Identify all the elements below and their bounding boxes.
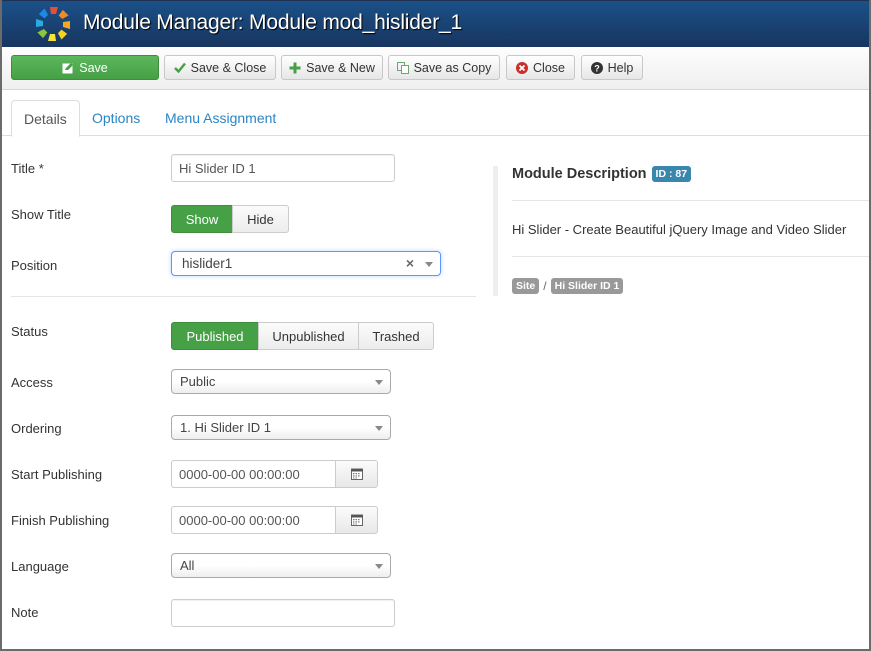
note-input[interactable] (171, 599, 395, 627)
save-label: Save (79, 60, 108, 75)
language-label: Language (11, 559, 69, 574)
show-button[interactable]: Show (171, 205, 233, 233)
question-circle-icon: ? (590, 61, 603, 74)
tab-menu-assignment[interactable]: Menu Assignment (153, 100, 288, 136)
tab-bar: Details Options Menu Assignment (0, 90, 871, 137)
save-and-new-label: Save & New (306, 60, 375, 75)
copy-icon (396, 61, 409, 74)
access-value: Public (180, 374, 216, 389)
save-as-copy-label: Save as Copy (413, 60, 492, 75)
close-circle-icon (516, 61, 529, 74)
divider (11, 296, 476, 297)
note-label: Note (11, 605, 39, 620)
svg-text:?: ? (594, 63, 600, 73)
module-description-panel: Module Description ID : 87 Hi Slider - C… (493, 166, 871, 296)
divider (512, 200, 871, 201)
language-select[interactable]: All (171, 553, 391, 578)
status-label: Status (11, 324, 48, 339)
show-title-label: Show Title (11, 207, 71, 222)
unpublished-button[interactable]: Unpublished (258, 322, 359, 350)
calendar-icon (350, 468, 363, 480)
save-button[interactable]: Save (11, 55, 159, 80)
module-id-badge: ID : 87 (651, 166, 692, 182)
language-value: All (180, 558, 195, 573)
module-description-title: Module Description (512, 166, 647, 182)
help-label: Help (607, 60, 634, 75)
show-title-toggle: Show Hide (171, 205, 289, 233)
tab-details[interactable]: Details (11, 100, 80, 137)
finish-publishing-input[interactable]: 0000-00-00 00:00:00 (171, 506, 335, 534)
close-button[interactable]: Close (506, 55, 575, 80)
access-label: Access (11, 375, 53, 390)
finish-publishing-label: Finish Publishing (11, 513, 110, 528)
trashed-button[interactable]: Trashed (358, 322, 434, 350)
plus-icon (289, 62, 301, 74)
finish-publishing-calendar-button[interactable] (335, 506, 378, 534)
breadcrumb: Site / Hi Slider ID 1 (512, 278, 624, 294)
chevron-down-icon (375, 564, 383, 569)
start-publishing-label: Start Publishing (11, 467, 103, 482)
title-input[interactable]: Hi Slider ID 1 (171, 154, 395, 182)
check-icon (173, 62, 186, 73)
edit-icon (62, 62, 74, 74)
close-label: Close (533, 60, 565, 75)
ordering-select[interactable]: 1. Hi Slider ID 1 (171, 415, 391, 440)
divider (512, 256, 871, 257)
position-value: hislider1 (182, 256, 233, 271)
tab-options[interactable]: Options (80, 100, 152, 136)
toolbar: Save Save & Close Save & New Save as Cop… (0, 47, 871, 90)
title-label: Title * (11, 161, 44, 176)
save-as-copy-button[interactable]: Save as Copy (388, 55, 500, 80)
breadcrumb-separator: / (543, 279, 547, 293)
finish-publishing-field: 0000-00-00 00:00:00 (171, 506, 378, 534)
chevron-down-icon (375, 380, 383, 385)
breadcrumb-site: Site (512, 278, 540, 294)
module-description-heading: Module Description ID : 87 (512, 166, 692, 182)
published-button[interactable]: Published (171, 322, 259, 350)
start-publishing-input[interactable]: 0000-00-00 00:00:00 (171, 460, 335, 488)
joomla-logo-icon (36, 7, 70, 41)
app-header: Module Manager: Module mod_hislider_1 (0, 0, 871, 47)
start-publishing-field: 0000-00-00 00:00:00 (171, 460, 378, 488)
breadcrumb-module: Hi Slider ID 1 (550, 278, 624, 294)
ordering-value: 1. Hi Slider ID 1 (180, 420, 272, 435)
start-publishing-calendar-button[interactable] (335, 460, 378, 488)
help-button[interactable]: ? Help (581, 55, 643, 80)
chevron-down-icon (425, 262, 433, 267)
position-label: Position (11, 258, 58, 273)
page-title: Module Manager: Module mod_hislider_1 (83, 11, 462, 34)
ordering-label: Ordering (11, 421, 62, 436)
save-and-close-button[interactable]: Save & Close (164, 55, 276, 80)
save-and-close-label: Save & Close (190, 60, 267, 75)
clear-icon[interactable]: × (406, 255, 414, 271)
position-select[interactable]: hislider1 × (171, 251, 441, 276)
module-description-text: Hi Slider - Create Beautiful jQuery Imag… (512, 222, 847, 237)
chevron-down-icon (375, 426, 383, 431)
save-and-new-button[interactable]: Save & New (281, 55, 383, 80)
hide-button[interactable]: Hide (232, 205, 289, 233)
calendar-icon (350, 514, 363, 526)
status-toggle: Published Unpublished Trashed (171, 322, 434, 350)
access-select[interactable]: Public (171, 369, 391, 394)
